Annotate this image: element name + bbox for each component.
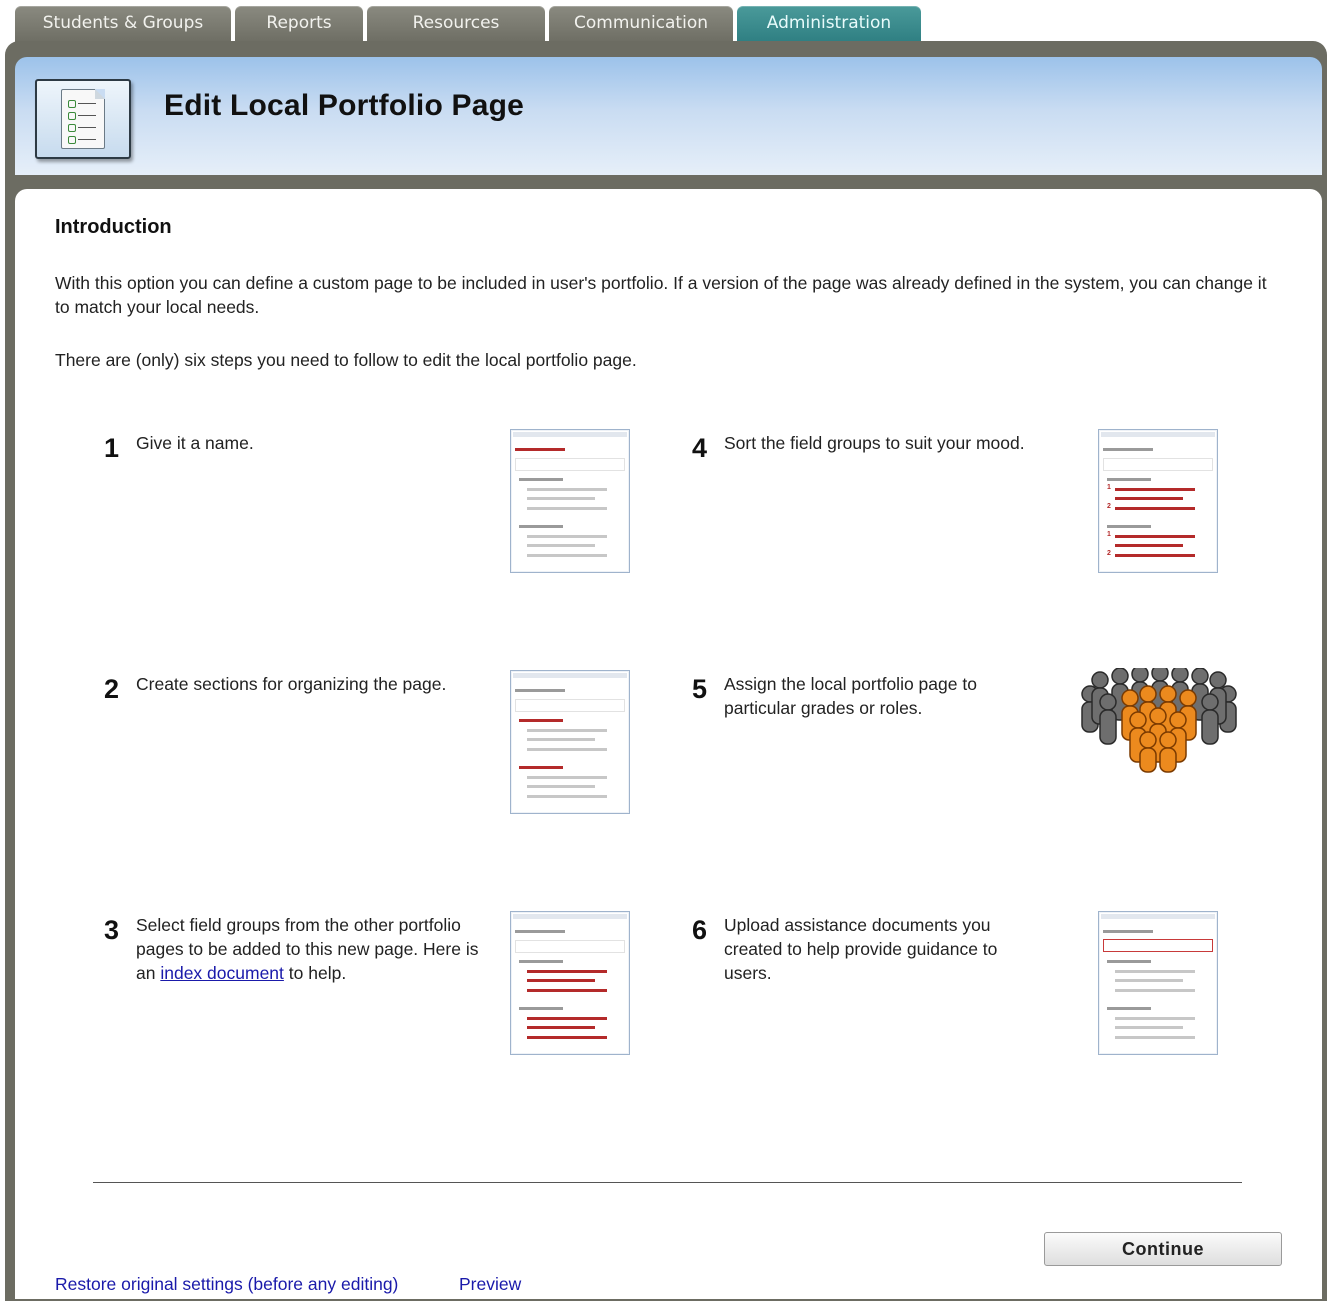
step-text-1: Give it a name. bbox=[136, 433, 254, 453]
step-text-3: Select field groups from the other portf… bbox=[136, 913, 481, 985]
steps-summary: There are (only) six steps you need to f… bbox=[55, 350, 637, 370]
tab-resources[interactable]: Resources bbox=[367, 6, 545, 42]
step-text-2: Create sections for organizing the page. bbox=[136, 674, 447, 694]
page-title: Edit Local Portfolio Page bbox=[164, 89, 525, 122]
step-text-5: Assign the local portfolio page to parti… bbox=[724, 674, 977, 718]
step-number-4: 4 bbox=[692, 433, 708, 463]
restore-settings-link[interactable]: Restore original settings (before any ed… bbox=[55, 1274, 398, 1295]
tab-reports[interactable]: Reports bbox=[235, 6, 363, 42]
step-number-3: 3 bbox=[104, 915, 120, 945]
section-divider bbox=[93, 1182, 1242, 1183]
checklist-document-icon bbox=[35, 79, 131, 159]
tab-students-groups[interactable]: Students & Groups bbox=[15, 6, 231, 42]
field-groups-thumbnail bbox=[510, 911, 630, 1055]
tab-communication[interactable]: Communication bbox=[549, 6, 733, 42]
step-number-2: 2 bbox=[104, 674, 120, 704]
sections-thumbnail bbox=[510, 670, 630, 814]
tab-administration[interactable]: Administration bbox=[737, 6, 921, 42]
name-field-thumbnail bbox=[510, 429, 630, 573]
upload-document-thumbnail bbox=[1098, 911, 1218, 1055]
section-heading-introduction: Introduction bbox=[55, 216, 172, 238]
step-text-6: Upload assistance documents you created … bbox=[724, 915, 998, 983]
step-text-4: Sort the field groups to suit your mood. bbox=[724, 433, 1025, 453]
step-number-1: 1 bbox=[104, 433, 120, 463]
continue-button[interactable]: Continue bbox=[1044, 1232, 1282, 1266]
index-document-link[interactable]: index document bbox=[160, 963, 284, 983]
intro-paragraph: With this option you can define a custom… bbox=[55, 273, 1267, 317]
step-text-3-after: to help. bbox=[288, 963, 347, 983]
sorted-groups-thumbnail: 1 2 1 2 bbox=[1098, 429, 1218, 573]
people-group-icon bbox=[1078, 664, 1238, 776]
step-number-5: 5 bbox=[692, 674, 708, 704]
preview-link[interactable]: Preview bbox=[459, 1274, 521, 1295]
step-number-6: 6 bbox=[692, 915, 708, 945]
